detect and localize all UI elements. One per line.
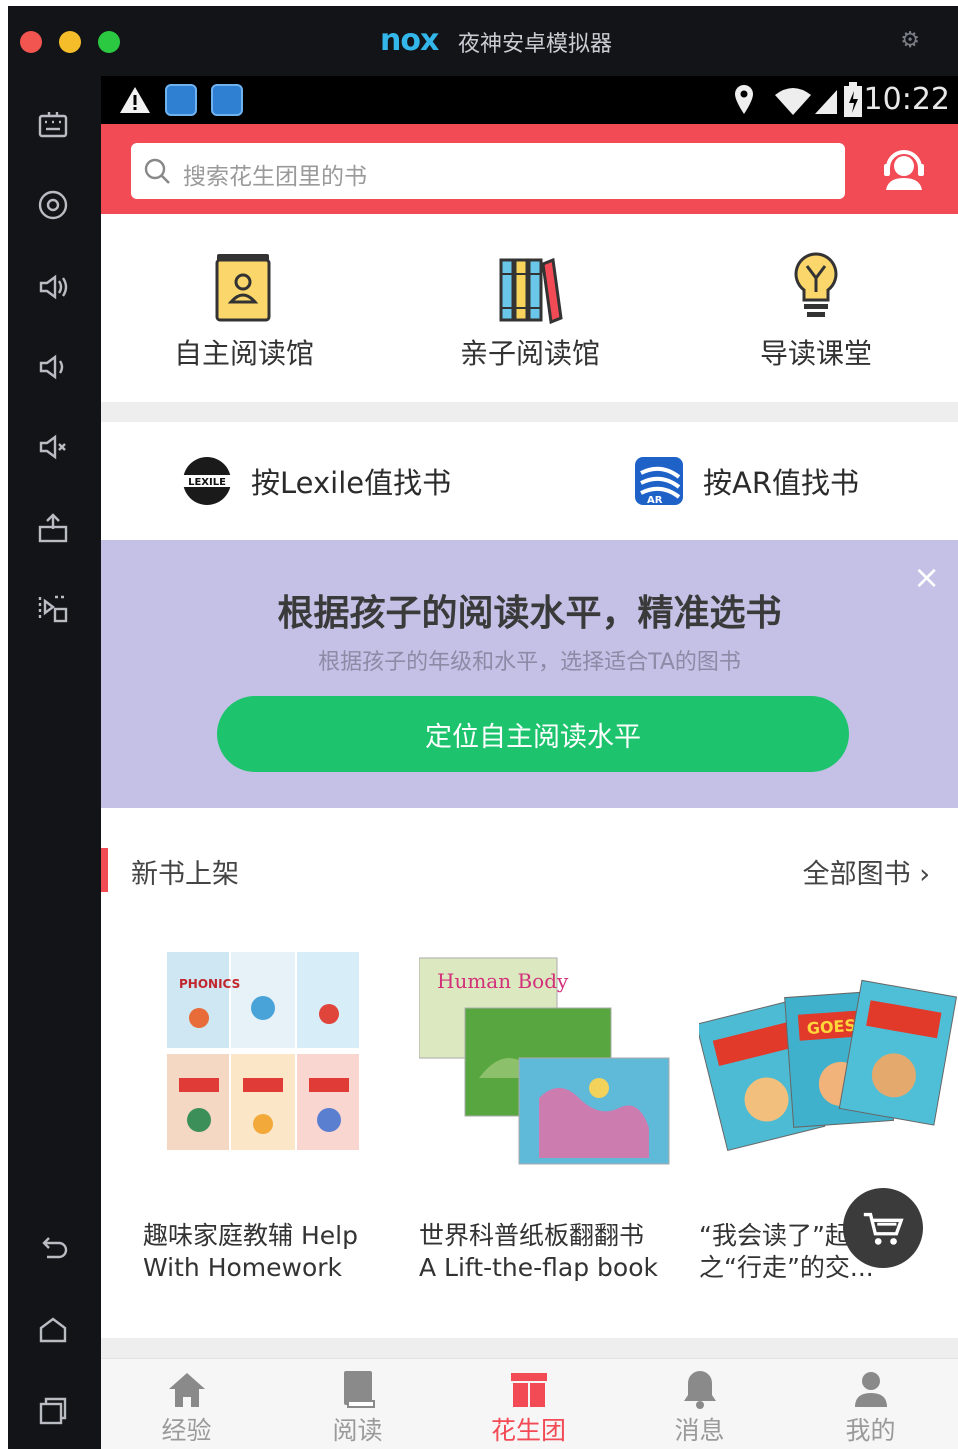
lexile-finder-button[interactable]: LEXILE 按Lexile值找书 (181, 422, 451, 540)
home-icon[interactable] (32, 1310, 74, 1352)
book-title: 世界科普纸板翻翻书 A Lift-the-flap book (419, 1221, 658, 1282)
app-notification-icon (165, 84, 197, 116)
book-cover: Human Body (418, 957, 670, 1165)
user-icon (855, 1372, 887, 1407)
ar-logo-icon: AR (635, 457, 683, 506)
promo-title: 根据孩子的阅读水平，精准选书 (277, 593, 782, 634)
location-icon[interactable] (32, 184, 74, 226)
tab-mine[interactable]: 我的 (785, 1359, 956, 1449)
volume-down-icon[interactable] (32, 346, 74, 388)
lightbulb-icon (794, 252, 838, 317)
all-books-link[interactable]: 全部图书 › (803, 852, 930, 891)
nox-logo: nox (380, 23, 439, 58)
shopping-cart-button[interactable] (843, 1188, 923, 1268)
wifi-icon (775, 88, 811, 115)
status-time: 10:22 (863, 82, 950, 117)
minimize-window-button[interactable] (59, 31, 81, 53)
ar-finder-label: 按AR值找书 (703, 466, 859, 500)
category-self-reading[interactable]: 自主阅读馆 (101, 214, 387, 402)
tab-label: 我的 (845, 1416, 896, 1445)
bookshelf-icon (499, 257, 563, 324)
emulator-toolbar (8, 76, 101, 1449)
category-parent-child-reading[interactable]: 亲子阅读馆 (387, 214, 673, 402)
svg-text:GOES: GOES (806, 1016, 856, 1038)
divider (101, 1338, 958, 1358)
tab-messages[interactable]: 消息 (614, 1359, 785, 1449)
section-accent-bar (101, 848, 108, 892)
tab-label: 消息 (674, 1416, 725, 1445)
book-cover: GOES (695, 979, 958, 1152)
search-placeholder: 搜索花生团里的书 (183, 164, 367, 190)
android-screen: 10:22 搜索花生团里的书 自主阅读馆 亲子阅读馆 导读课堂 LEXILE 按… (101, 76, 958, 1449)
emulator-title-bar: nox 夜神安卓模拟器 ⚙ (8, 6, 958, 76)
signal-icon (815, 90, 837, 114)
bottom-tab-bar: 经验 阅读 花生团 消息 我的 (101, 1358, 958, 1449)
app-notification-icon (211, 84, 243, 116)
svg-text:AR: AR (647, 495, 663, 506)
gift-box-icon (511, 1373, 547, 1407)
location-pin-icon (735, 85, 753, 114)
category-label: 亲子阅读馆 (459, 337, 600, 370)
bell-icon (684, 1371, 716, 1409)
ar-finder-button[interactable]: AR 按AR值找书 (633, 422, 859, 540)
apk-install-icon[interactable] (32, 508, 74, 550)
promo-subtitle: 根据孩子的年级和水平，选择适合TA的图书 (318, 650, 741, 675)
maximize-window-button[interactable] (98, 31, 120, 53)
tab-peanut-group[interactable]: 花生团 (443, 1359, 614, 1449)
book-card[interactable]: PHONICS 趣味家庭教辅 Help With Homework (143, 948, 419, 1282)
customer-service-icon[interactable] (880, 144, 928, 192)
search-icon (144, 158, 170, 184)
mute-icon[interactable] (32, 426, 74, 468)
lexile-logo-icon: LEXILE (181, 457, 233, 505)
divider (101, 402, 958, 422)
screen-record-icon[interactable] (32, 588, 74, 630)
reading-categories: 自主阅读馆 亲子阅读馆 导读课堂 (101, 214, 958, 402)
book-title: 趣味家庭教辅 Help With Homework (143, 1221, 358, 1282)
svg-text:PHONICS: PHONICS (179, 977, 240, 991)
book-card[interactable]: GOES “我会读了”起 之“行走”的交... (695, 948, 958, 1282)
home-icon (169, 1373, 205, 1407)
tab-reading[interactable]: 阅读 (272, 1359, 443, 1449)
category-guided-class[interactable]: 导读课堂 (673, 214, 958, 402)
tab-experience[interactable]: 经验 (101, 1359, 272, 1449)
category-label: 自主阅读馆 (173, 337, 314, 370)
locate-reading-level-button[interactable]: 定位自主阅读水平 (217, 696, 849, 772)
category-label: 导读课堂 (759, 337, 872, 370)
book-person-icon (215, 254, 271, 322)
tab-label: 花生团 (490, 1416, 566, 1445)
close-window-button[interactable] (20, 31, 42, 53)
warning-icon (120, 87, 150, 113)
book-icon (344, 1371, 375, 1408)
lexile-finder-label: 按Lexile值找书 (251, 466, 452, 500)
tab-label: 经验 (161, 1416, 212, 1445)
recent-apps-icon[interactable] (32, 1390, 74, 1432)
emulator-window: nox 夜神安卓模拟器 ⚙ 10:22 搜索花生团里的书 自主阅读馆 亲子阅读馆… (8, 6, 958, 1449)
book-card[interactable]: Human Body 世界科普纸板翻翻书 A Lift-the-flap boo… (418, 948, 679, 1282)
svg-text:Human Body: Human Body (437, 969, 569, 993)
settings-gear-icon[interactable]: ⚙ (900, 28, 920, 53)
reading-level-promo: × 根据孩子的阅读水平，精准选书 根据孩子的年级和水平，选择适合TA的图书 定位… (101, 540, 958, 808)
section-title: 新书上架 (131, 859, 239, 890)
emulator-title: 夜神安卓模拟器 (458, 32, 613, 57)
keyboard-icon[interactable] (32, 104, 74, 146)
back-icon[interactable] (32, 1228, 74, 1270)
search-header: 搜索花生团里的书 (101, 124, 958, 214)
level-finders: LEXILE 按Lexile值找书 AR 按AR值找书 (101, 422, 958, 540)
new-books-section: 新书上架 全部图书 › PHONICS 趣味家庭教辅 Help With Hom… (101, 808, 958, 1338)
svg-text:LEXILE: LEXILE (188, 477, 226, 488)
book-cover: PHONICS (167, 952, 359, 1150)
tab-label: 阅读 (332, 1416, 383, 1445)
volume-up-icon[interactable] (32, 266, 74, 308)
status-bar: 10:22 (101, 76, 958, 124)
search-input[interactable]: 搜索花生团里的书 (131, 143, 845, 199)
shopping-cart-icon (863, 1212, 904, 1245)
battery-icon (844, 82, 862, 117)
